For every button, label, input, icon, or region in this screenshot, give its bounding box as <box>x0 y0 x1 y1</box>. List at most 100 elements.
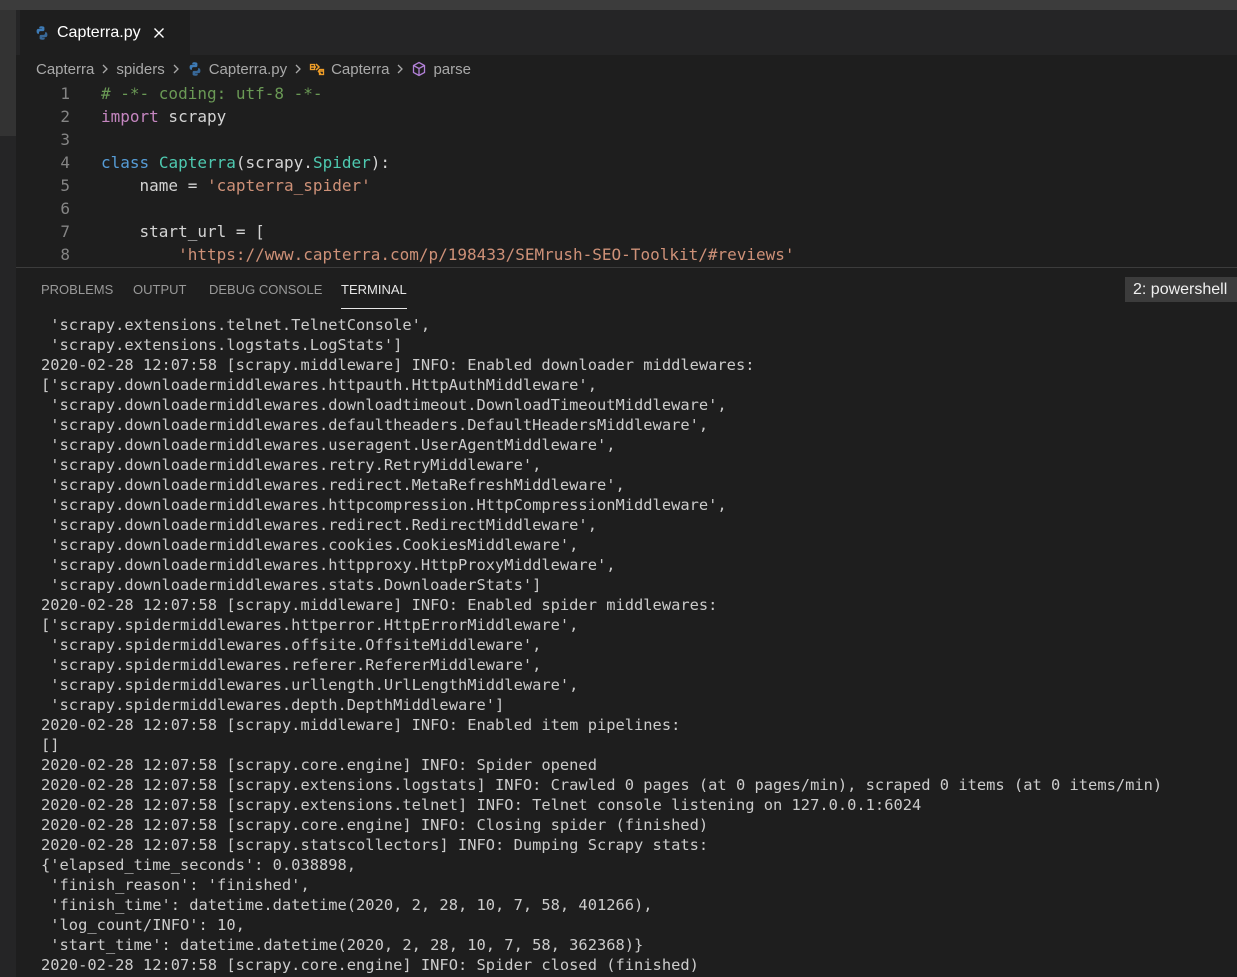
terminal-line: 'scrapy.downloadermiddlewares.stats.Down… <box>41 576 542 594</box>
terminal-line: ['scrapy.spidermiddlewares.httperror.Htt… <box>41 616 579 634</box>
terminal-output[interactable]: 'scrapy.extensions.telnet.TelnetConsole'… <box>41 315 1231 975</box>
bottom-panel: PROBLEMS OUTPUT DEBUG CONSOLE TERMINAL 2… <box>16 267 1237 977</box>
code-text: start_url = [ <box>101 220 265 243</box>
code-text: 'https://www.capterra.com/p/198433/SEMru… <box>101 243 795 266</box>
line-number: 6 <box>60 199 70 218</box>
terminal-line: 2020-02-28 12:07:58 [scrapy.middleware] … <box>41 596 718 614</box>
code-line: 3 <box>16 128 1237 151</box>
code-token: 'https://www.capterra.com/p/198433/SEMru… <box>178 245 795 264</box>
line-number: 3 <box>60 130 70 149</box>
chevron-right-icon <box>295 64 302 74</box>
code-line: 7 start_url = [ <box>16 220 1237 243</box>
code-token: scrapy <box>158 107 227 126</box>
code-line: 6 <box>16 197 1237 220</box>
activity-bar-lower <box>0 136 16 977</box>
code-token: (scrapy. <box>235 153 313 172</box>
breadcrumb-item-label: parse <box>433 60 471 78</box>
code-token: start_url = [ <box>101 222 265 241</box>
code-token: Capterra <box>158 153 236 172</box>
chevron-right-icon <box>102 64 109 74</box>
terminal-line: [] <box>41 736 60 754</box>
editor-tab-capterra-py[interactable]: Capterra.py <box>20 10 190 55</box>
window-title-bar <box>0 0 1237 10</box>
tab-terminal[interactable]: TERMINAL <box>341 282 407 297</box>
terminal-line: 'finish_reason': 'finished', <box>41 876 310 894</box>
terminal-shell-select[interactable]: 2: powershell <box>1125 277 1237 302</box>
code-text: # -*- coding: utf-8 -*- <box>101 82 323 105</box>
terminal-line: ['scrapy.downloadermiddlewares.httpauth.… <box>41 376 597 394</box>
terminal-line: 'scrapy.downloadermiddlewares.redirect.M… <box>41 476 625 494</box>
breadcrumb-item-label: Capterra.py <box>208 60 288 78</box>
editor-tab-strip: Capterra.py <box>16 10 1237 55</box>
line-number: 5 <box>60 176 70 195</box>
terminal-line: 'scrapy.extensions.logstats.LogStats'] <box>41 336 403 354</box>
code-line: 4 class Capterra(scrapy.Spider): <box>16 151 1237 174</box>
terminal-line: 2020-02-28 12:07:58 [scrapy.extensions.l… <box>41 776 1163 794</box>
breadcrumb-item-label: Capterra <box>331 60 390 78</box>
terminal-line: 'log_count/INFO': 10, <box>41 916 245 934</box>
chevron-right-icon <box>397 64 404 74</box>
code-text: name = 'capterra_spider' <box>101 174 371 197</box>
line-number: 8 <box>60 245 70 264</box>
breadcrumb-item-method[interactable]: parse <box>411 61 471 78</box>
terminal-line: 2020-02-28 12:07:58 [scrapy.core.engine]… <box>41 956 699 974</box>
python-file-icon <box>189 61 201 76</box>
breadcrumb-item-spiders[interactable]: spiders <box>116 61 164 78</box>
breadcrumb-item-capterra-folder[interactable]: Capterra <box>36 61 94 78</box>
chevron-right-icon <box>173 64 179 74</box>
code-editor[interactable]: 1 # -*- coding: utf-8 -*- 2 import scrapy 3 4… <box>16 82 1237 267</box>
terminal-line: {'elapsed_time_seconds': 0.038898, <box>41 856 357 874</box>
terminal-line: 2020-02-28 12:07:58 [scrapy.statscollect… <box>41 836 709 854</box>
method-cube-icon <box>413 61 426 76</box>
breadcrumb: Capterra spiders Capterra.py Capterra pa… <box>16 55 1237 83</box>
code-text: class Capterra(scrapy.Spider): <box>101 151 390 174</box>
terminal-line: 2020-02-28 12:07:58 [scrapy.middleware] … <box>41 356 755 374</box>
code-line: 5 name = 'capterra_spider' <box>16 174 1237 197</box>
close-icon[interactable] <box>151 25 167 41</box>
editor-tab-label: Capterra.py <box>57 23 141 41</box>
terminal-line: 2020-02-28 12:07:58 [scrapy.middleware] … <box>41 716 681 734</box>
tab-output[interactable]: OUTPUT <box>133 282 186 297</box>
terminal-line: 'finish_time': datetime.datetime(2020, 2… <box>41 896 653 914</box>
panel-tab-bar: PROBLEMS OUTPUT DEBUG CONSOLE TERMINAL 2… <box>16 268 1237 312</box>
line-number: 2 <box>60 107 70 126</box>
terminal-line: 'scrapy.spidermiddlewares.depth.DepthMid… <box>41 696 505 714</box>
terminal-line: 'scrapy.downloadermiddlewares.httpcompre… <box>41 496 727 514</box>
terminal-line: 'scrapy.downloadermiddlewares.redirect.R… <box>41 516 597 534</box>
class-icon <box>309 62 325 75</box>
terminal-line: 2020-02-28 12:07:58 [scrapy.extensions.t… <box>41 796 922 814</box>
line-number: 4 <box>60 153 70 172</box>
tab-problems[interactable]: PROBLEMS <box>41 282 113 297</box>
terminal-line: 2020-02-28 12:07:58 [scrapy.core.engine]… <box>41 756 597 774</box>
terminal-line: 'start_time': datetime.datetime(2020, 2,… <box>41 936 644 954</box>
breadcrumb-item-file[interactable]: Capterra.py <box>187 61 287 78</box>
terminal-line: 'scrapy.spidermiddlewares.referer.Refere… <box>41 656 542 674</box>
terminal-line: 2020-02-28 12:07:58 [scrapy.core.engine]… <box>41 816 709 834</box>
terminal-line: 'scrapy.downloadermiddlewares.defaulthea… <box>41 416 709 434</box>
code-line: 1 # -*- coding: utf-8 -*- <box>16 82 1237 105</box>
tab-debug-console[interactable]: DEBUG CONSOLE <box>209 282 322 297</box>
code-token: import <box>101 107 159 126</box>
active-tab-indicator <box>341 308 407 309</box>
terminal-line: 'scrapy.downloadermiddlewares.httpproxy.… <box>41 556 616 574</box>
terminal-line: 'scrapy.downloadermiddlewares.cookies.Co… <box>41 536 579 554</box>
terminal-line: 'scrapy.spidermiddlewares.offsite.Offsit… <box>41 636 542 654</box>
terminal-line: 'scrapy.downloadermiddlewares.useragent.… <box>41 436 616 454</box>
python-file-icon <box>36 25 48 40</box>
code-token: class <box>101 153 150 172</box>
terminal-line: 'scrapy.spidermiddlewares.urllength.UrlL… <box>41 676 579 694</box>
code-line: 8 'https://www.capterra.com/p/198433/SEM… <box>16 243 1237 266</box>
breadcrumb-item-class[interactable]: Capterra <box>309 61 389 78</box>
line-number: 7 <box>60 222 70 241</box>
code-text: import scrapy <box>101 105 226 128</box>
line-number: 1 <box>60 84 70 103</box>
code-token: Spider <box>312 153 371 172</box>
terminal-line: 'scrapy.extensions.telnet.TelnetConsole'… <box>41 316 431 334</box>
terminal-line: 'scrapy.downloadermiddlewares.downloadti… <box>41 396 727 414</box>
terminal-line: 'scrapy.downloadermiddlewares.retry.Retr… <box>41 456 542 474</box>
code-line: 2 import scrapy <box>16 105 1237 128</box>
code-token: 'capterra_spider' <box>206 176 371 195</box>
code-token: ): <box>370 153 390 172</box>
